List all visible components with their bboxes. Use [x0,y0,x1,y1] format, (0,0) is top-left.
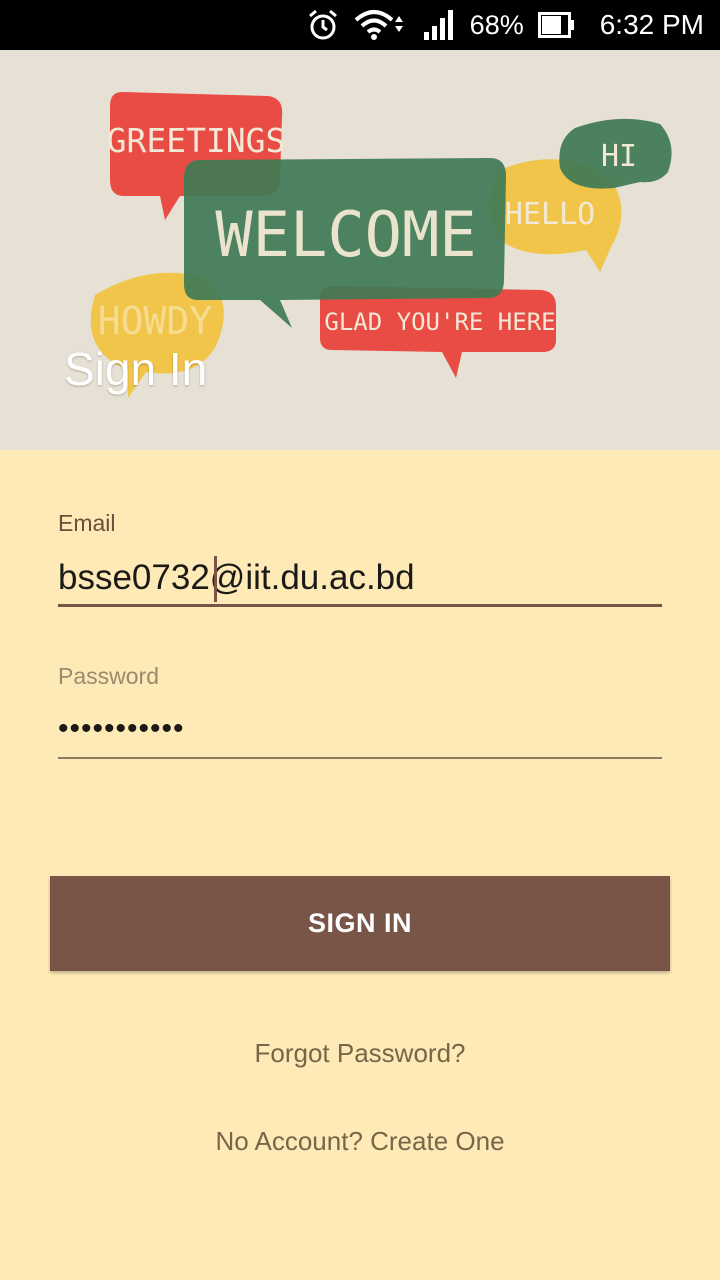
text-cursor [214,556,217,602]
password-underline [58,757,662,759]
battery-icon [537,10,576,40]
forgot-password-link[interactable]: Forgot Password? [0,1038,720,1069]
signal-icon [422,8,456,42]
wifi-icon [354,8,408,42]
email-underline [58,604,662,607]
hi-bubble-text: HI [601,139,637,174]
welcome-bubble-text: WELCOME [215,198,476,271]
header-banner: GREETINGS WELCOME HELLO HI HOWDY GLAD YO… [0,50,720,450]
glad-bubble-text: GLAD YOU'RE HERE [324,308,555,336]
email-label: Email [58,510,116,536]
page-title: Sign In [64,343,208,395]
password-field[interactable]: ••••••••••• [58,712,185,746]
howdy-bubble-text: HOWDY [98,299,213,343]
email-field[interactable]: bsse0732@iit.du.ac.bd [58,558,415,598]
create-account-link[interactable]: No Account? Create One [0,1126,720,1157]
battery-percent: 68% [469,9,524,40]
hello-bubble-text: HELLO [505,197,595,232]
greetings-bubble-text: GREETINGS [107,121,286,160]
clock: 6:32 PM [599,9,704,40]
password-label: Password [58,663,159,689]
alarm-icon [306,8,340,42]
sign-in-button[interactable]: SIGN IN [50,876,670,971]
status-icons: 68% 6:32 PM [306,0,704,50]
status-bar: 68% 6:32 PM [0,0,720,50]
